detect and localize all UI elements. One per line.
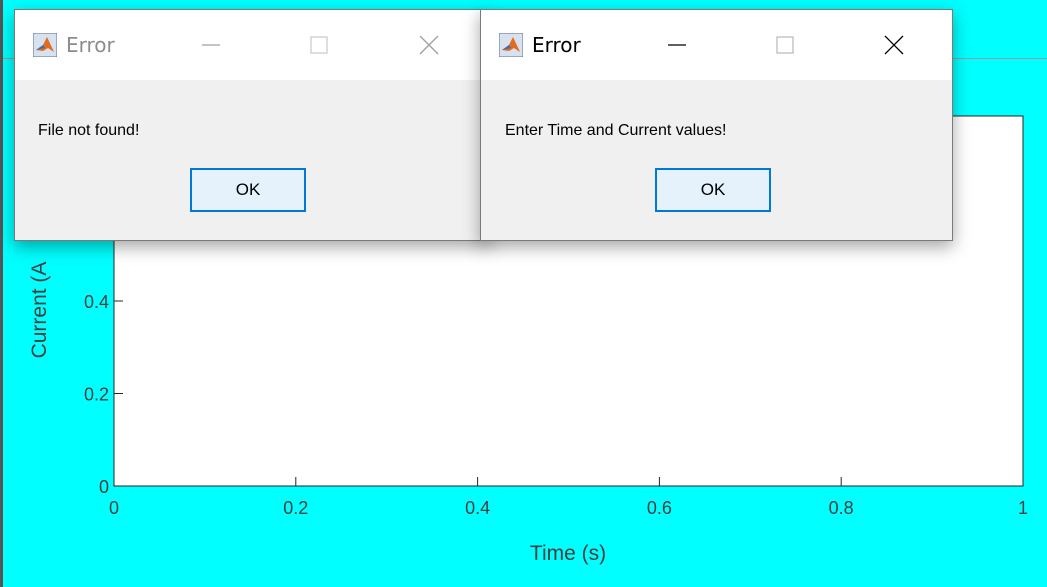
maximize-icon[interactable] bbox=[772, 32, 798, 58]
dialog-title: Error bbox=[66, 33, 115, 57]
ok-button[interactable]: OK bbox=[655, 168, 771, 212]
matlab-icon bbox=[33, 33, 57, 57]
error-dialog-file-not-found: Error File not found! OK bbox=[14, 9, 490, 241]
close-icon[interactable] bbox=[416, 32, 442, 58]
dialog-title: Error bbox=[532, 33, 581, 57]
x-tick-label: 0.4 bbox=[465, 498, 490, 518]
close-icon[interactable] bbox=[881, 32, 907, 58]
x-tick-label: 0 bbox=[109, 498, 119, 518]
dialog-message: File not found! bbox=[38, 122, 140, 139]
x-tick-label: 0.2 bbox=[283, 498, 308, 518]
minimize-icon[interactable] bbox=[198, 32, 224, 58]
x-axis-label: Time (s) bbox=[530, 542, 606, 565]
dialog-titlebar[interactable]: Error bbox=[15, 10, 489, 80]
y-axis-label: Current (A bbox=[28, 262, 51, 359]
minimize-icon[interactable] bbox=[664, 32, 690, 58]
dialog-message: Enter Time and Current values! bbox=[505, 122, 727, 139]
dialog-titlebar[interactable]: Error bbox=[481, 10, 952, 80]
ok-button[interactable]: OK bbox=[190, 168, 306, 212]
error-dialog-enter-values: Error Enter Time and Current values! OK bbox=[480, 9, 953, 241]
x-tick-label: 0.6 bbox=[647, 498, 672, 518]
y-tick-label: 0 bbox=[99, 477, 109, 497]
matlab-icon bbox=[499, 33, 523, 57]
x-tick-label: 1 bbox=[1018, 498, 1028, 518]
maximize-icon[interactable] bbox=[306, 32, 332, 58]
x-tick-label: 0.8 bbox=[829, 498, 854, 518]
y-tick-label: 0.4 bbox=[84, 292, 109, 312]
y-tick-label: 0.2 bbox=[84, 385, 109, 405]
